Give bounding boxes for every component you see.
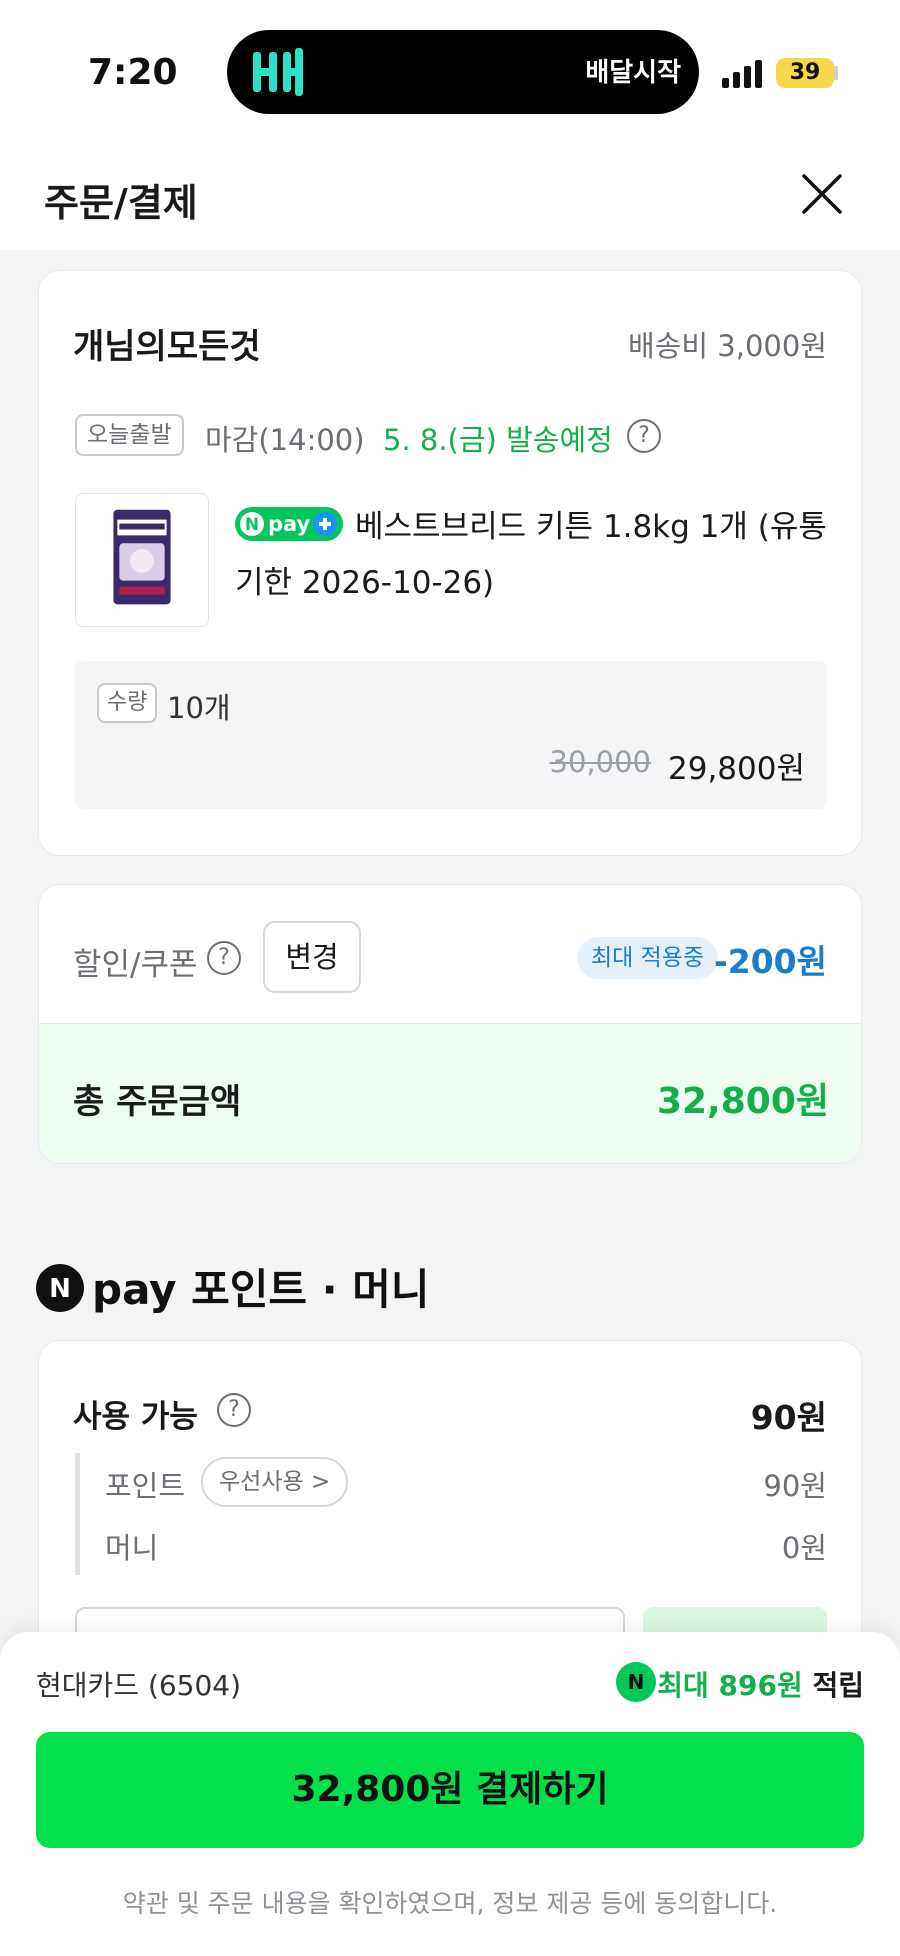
discount-total-card: 할인/쿠폰 ? 변경 최대 적용중 -200원 총 주문금액 32,800원	[38, 884, 862, 1164]
point-value: 90원	[763, 1469, 827, 1503]
order-item-card: 개님의모든것 배송비 3,000원 오늘출발 마감(14:00) 5. 8.(금…	[38, 270, 862, 856]
quantity-badge: 수량	[97, 683, 158, 723]
original-price: 30,000	[549, 745, 651, 779]
total-value: 32,800원	[656, 1081, 829, 1122]
product-bag-image	[113, 509, 171, 605]
agreement-text: 약관 및 주문 내용을 확인하였으며, 정보 제공 등에 동의합니다.	[122, 1889, 778, 1918]
naver-n-icon: N	[36, 1264, 84, 1312]
reward-text: 최대 896원 적립	[657, 1664, 864, 1704]
close-icon[interactable]	[796, 168, 848, 220]
sub-divider	[75, 1453, 80, 1575]
quantity-box: 수량 10개 30,000 29,800원	[75, 661, 827, 809]
battery-icon: 39	[776, 58, 834, 88]
reward-suffix: 적립	[802, 1669, 864, 1702]
shipping-fee: 배송비 3,000원	[628, 329, 827, 363]
product-name[interactable]: 베스트브리드 키튼 1.8kg 1개 (유통기한 2026-10-26)	[235, 499, 835, 611]
status-bar: 7:20 배달시작 39	[0, 0, 900, 140]
quantity-value: 10개	[167, 691, 231, 725]
money-label: 머니	[105, 1531, 159, 1565]
seller-name[interactable]: 개님의모든것	[73, 319, 261, 368]
npay-section-title: pay 포인트 · 머니	[92, 1265, 430, 1314]
svg-text:N: N	[49, 1274, 71, 1304]
baemin-logo-icon	[253, 48, 303, 96]
priority-use-button[interactable]: 우선사용 >	[201, 1457, 349, 1507]
reward-amount: 896원	[718, 1669, 803, 1702]
payment-card-name[interactable]: 현대카드 (6504)	[36, 1664, 241, 1704]
discount-value: -200원	[714, 942, 827, 981]
today-ship-badge: 오늘출발	[75, 414, 184, 456]
npay-points-card: 사용 가능 ? 90원 포인트 우선사용 > 90원 머니 0원	[38, 1340, 862, 1687]
sale-price: 29,800원	[668, 751, 805, 787]
available-label: 사용 가능	[73, 1399, 198, 1435]
svg-text:N: N	[628, 1670, 645, 1694]
money-value: 0원	[781, 1531, 827, 1565]
page-header: 주문/결제	[0, 140, 900, 250]
ship-deadline: 마감(14:00)	[205, 423, 365, 457]
available-value: 90원	[750, 1398, 827, 1437]
ship-date: 5. 8.(금) 발송예정	[383, 423, 613, 457]
naver-point-icon: N	[616, 1662, 656, 1702]
total-label: 총 주문금액	[73, 1082, 242, 1122]
payment-bottom-sheet: 현대카드 (6504) N 최대 896원 적립 32,800원 결제하기 약관…	[0, 1632, 900, 1956]
status-time: 7:20	[88, 52, 178, 93]
question-icon[interactable]: ?	[627, 419, 661, 453]
dynamic-island[interactable]: 배달시작	[227, 30, 699, 114]
point-label: 포인트	[105, 1469, 186, 1503]
cellular-signal-icon	[722, 60, 762, 88]
page-title: 주문/결제	[44, 181, 198, 225]
discount-label: 할인/쿠폰	[73, 947, 198, 983]
island-status-text: 배달시작	[585, 58, 681, 88]
reward-prefix: 최대	[657, 1669, 719, 1702]
total-row: 총 주문금액 32,800원	[39, 1023, 861, 1163]
max-applied-badge: 최대 적용중	[577, 937, 719, 979]
battery-tip	[834, 66, 838, 80]
question-icon[interactable]: ?	[207, 941, 241, 975]
change-coupon-button[interactable]: 변경	[263, 921, 361, 993]
question-icon[interactable]: ?	[217, 1393, 251, 1427]
pay-button[interactable]: 32,800원 결제하기	[36, 1732, 864, 1848]
product-thumbnail[interactable]	[75, 493, 209, 627]
